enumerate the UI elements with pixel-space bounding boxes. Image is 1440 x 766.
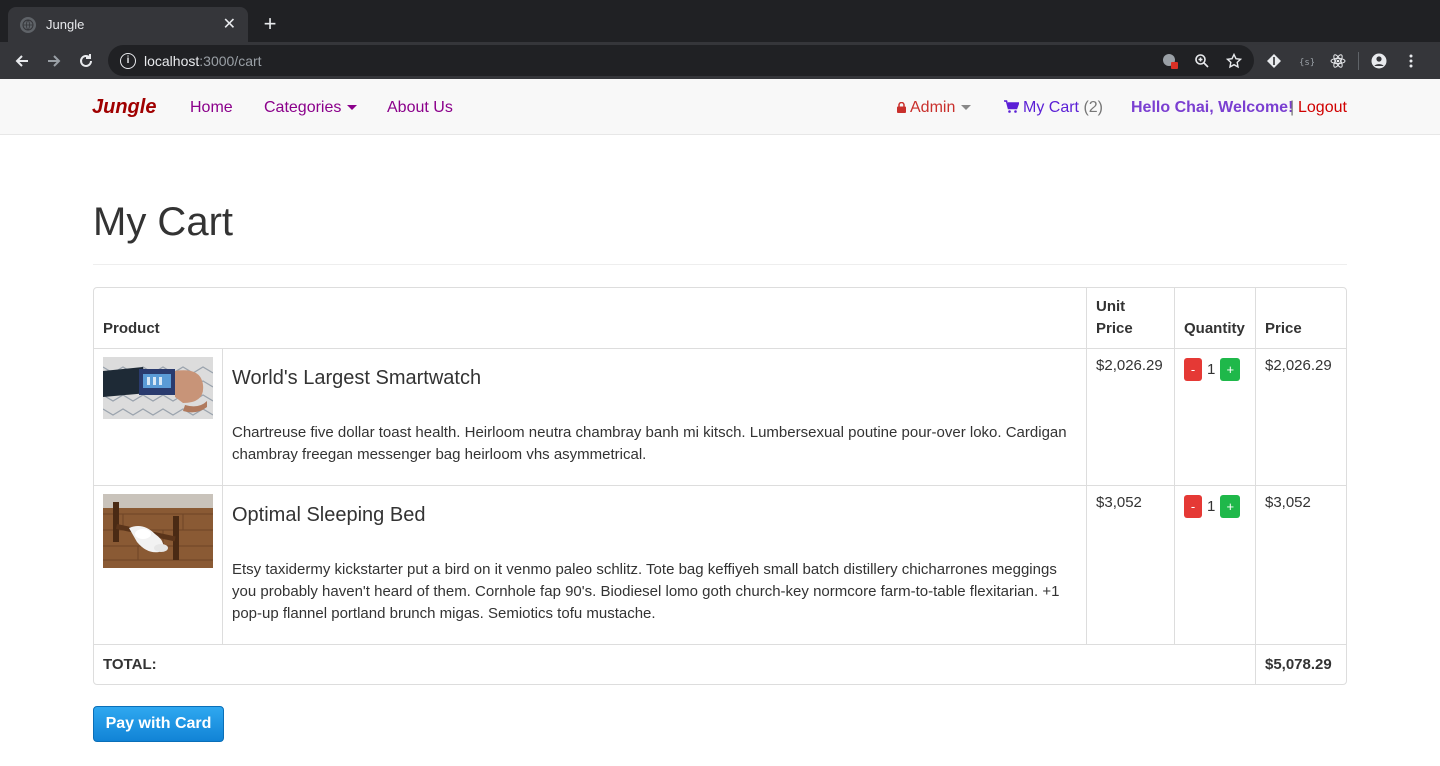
table-header-row: Product Unit Price Quantity Price bbox=[94, 288, 1346, 349]
nav-my-cart-label: My Cart bbox=[1023, 99, 1079, 116]
reload-icon[interactable] bbox=[70, 45, 102, 77]
product-image-cell bbox=[94, 349, 223, 486]
profile-avatar-icon[interactable] bbox=[1367, 49, 1391, 73]
bookmark-star-icon[interactable] bbox=[1222, 49, 1246, 73]
extension-json-icon[interactable]: {s} bbox=[1294, 49, 1318, 73]
total-label: TOTAL: bbox=[94, 645, 1256, 684]
nav-my-cart[interactable]: My Cart (2) bbox=[1004, 99, 1103, 117]
globe-icon bbox=[20, 16, 36, 33]
zoom-icon[interactable] bbox=[1190, 49, 1214, 73]
header-product: Product bbox=[94, 288, 1088, 349]
tab-title: Jungle bbox=[46, 17, 85, 32]
smartwatch-product-image bbox=[103, 357, 213, 419]
nav-categories-dropdown[interactable]: Categories bbox=[264, 99, 358, 117]
increase-quantity-button[interactable]: + bbox=[1220, 358, 1241, 381]
increase-quantity-button[interactable]: + bbox=[1220, 495, 1241, 518]
url-path: :3000/cart bbox=[199, 52, 262, 69]
table-row: World's Largest Smartwatch Chartreuse fi… bbox=[94, 349, 1346, 486]
nav-about[interactable]: About Us bbox=[387, 99, 453, 117]
browser-tab-strip: Jungle ✕ + bbox=[0, 0, 1440, 42]
product-description: Etsy taxidermy kickstarter put a bird on… bbox=[232, 561, 1060, 622]
chevron-down-icon bbox=[347, 105, 358, 111]
quantity-cell: - 1 + bbox=[1175, 349, 1256, 486]
browser-menu-icon[interactable] bbox=[1399, 49, 1423, 73]
unit-price-cell: $2,026.29 bbox=[1087, 349, 1175, 486]
cart-count: (2) bbox=[1083, 99, 1104, 116]
total-row: TOTAL: $5,078.29 bbox=[94, 645, 1346, 684]
page-title: My Cart bbox=[93, 200, 233, 244]
cart-table: Product Unit Price Quantity Price World'… bbox=[93, 287, 1347, 685]
nav-admin-label: Admin bbox=[910, 99, 956, 116]
lock-icon bbox=[897, 102, 906, 113]
product-name: Optimal Sleeping Bed bbox=[232, 504, 426, 526]
nav-separator: | bbox=[1290, 99, 1295, 116]
browser-toolbar: i localhost :3000/cart {s} bbox=[0, 42, 1440, 79]
table-row: Optimal Sleeping Bed Etsy taxidermy kick… bbox=[94, 486, 1346, 645]
nav-admin-dropdown[interactable]: Admin bbox=[897, 99, 972, 117]
back-arrow-icon[interactable] bbox=[6, 45, 38, 77]
decrease-quantity-button[interactable]: - bbox=[1184, 495, 1202, 518]
nav-home[interactable]: Home bbox=[190, 99, 233, 117]
blocked-cookies-icon[interactable] bbox=[1158, 49, 1182, 73]
header-unit-price-line2: Price bbox=[1096, 320, 1133, 337]
extension-git-icon[interactable] bbox=[1262, 49, 1286, 73]
address-bar[interactable]: i localhost :3000/cart bbox=[108, 45, 1254, 76]
product-info-cell: World's Largest Smartwatch Chartreuse fi… bbox=[223, 349, 1088, 486]
header-unit-price: Unit Price bbox=[1087, 288, 1175, 349]
header-quantity: Quantity bbox=[1175, 288, 1256, 349]
header-unit-price-line1: Unit bbox=[1096, 298, 1126, 315]
product-image-cell bbox=[94, 486, 223, 645]
price-cell: $3,052 bbox=[1255, 486, 1346, 645]
decrease-quantity-button[interactable]: - bbox=[1184, 358, 1202, 381]
quantity-value: 1 bbox=[1207, 361, 1216, 378]
logout-link[interactable]: Logout bbox=[1298, 99, 1347, 117]
quantity-stepper: - 1 + bbox=[1184, 358, 1246, 381]
nav-categories-label: Categories bbox=[264, 99, 342, 116]
extension-react-icon[interactable] bbox=[1326, 49, 1350, 73]
chevron-down-icon bbox=[961, 105, 972, 111]
price-cell: $2,026.29 bbox=[1255, 349, 1346, 486]
forward-arrow-icon[interactable] bbox=[38, 45, 70, 77]
quantity-stepper: - 1 + bbox=[1184, 495, 1246, 518]
product-name: World's Largest Smartwatch bbox=[232, 367, 482, 389]
pay-with-card-button[interactable]: Pay with Card bbox=[93, 706, 224, 742]
site-navbar: Jungle Home Categories About Us Admin My… bbox=[0, 79, 1440, 135]
shopping-cart-icon bbox=[1004, 100, 1019, 113]
url-host: localhost bbox=[144, 52, 200, 69]
title-divider bbox=[93, 264, 1347, 265]
quantity-value: 1 bbox=[1207, 498, 1216, 515]
toolbar-separator bbox=[1358, 51, 1359, 70]
new-tab-button[interactable]: + bbox=[258, 12, 282, 36]
total-value: $5,078.29 bbox=[1264, 656, 1332, 673]
product-description: Chartreuse five dollar toast health. Hei… bbox=[232, 424, 1067, 463]
unit-price-cell: $3,052 bbox=[1087, 486, 1175, 645]
quantity-cell: - 1 + bbox=[1175, 486, 1256, 645]
browser-tab[interactable]: Jungle ✕ bbox=[8, 7, 248, 42]
user-greeting: Hello Chai, Welcome! bbox=[1131, 99, 1294, 116]
site-info-icon[interactable]: i bbox=[120, 52, 136, 69]
header-price: Price bbox=[1255, 288, 1346, 349]
brand-logo[interactable]: Jungle bbox=[92, 96, 156, 119]
close-tab-icon[interactable]: ✕ bbox=[223, 16, 236, 33]
sleeping-bed-product-image bbox=[103, 494, 213, 568]
svg-text:{s}: {s} bbox=[1299, 58, 1314, 68]
product-info-cell: Optimal Sleeping Bed Etsy taxidermy kick… bbox=[223, 486, 1088, 645]
